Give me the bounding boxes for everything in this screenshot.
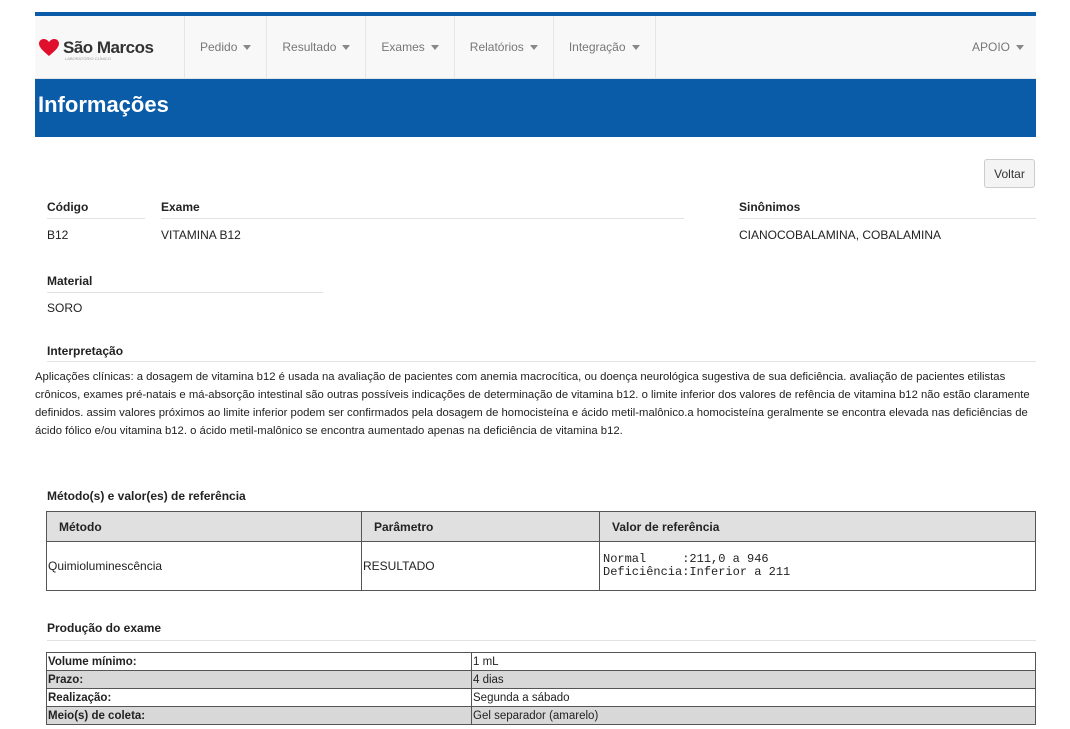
producao-table: Volume mínimo: 1 mL Prazo: 4 dias Realiz…	[46, 652, 1036, 725]
divider	[47, 361, 1036, 362]
column-header-valor: Valor de referência	[599, 511, 1036, 542]
nav-item-exames[interactable]: Exames	[365, 16, 453, 78]
sinonimos-value: CIANOCOBALAMINA, COBALAMINA	[739, 228, 942, 242]
nav-item-label: Exames	[381, 40, 425, 54]
producao-value: Gel separador (amarelo)	[471, 706, 1036, 725]
caret-down-icon	[1016, 44, 1024, 50]
caret-down-icon	[430, 44, 439, 50]
table-row: Meio(s) de coleta: Gel separador (amarel…	[46, 706, 1036, 725]
producao-key: Prazo:	[46, 670, 472, 689]
caret-down-icon	[529, 44, 538, 50]
producao-value: Segunda a sábado	[471, 688, 1036, 707]
exame-value: VITAMINA B12	[161, 228, 241, 242]
back-button[interactable]: Voltar	[984, 159, 1035, 188]
producao-label: Produção do exame	[47, 621, 162, 635]
navbar: São Marcos LABORATÓRIO CLÍNICO Pedido Re…	[35, 16, 1036, 79]
column-header-parametro: Parâmetro	[361, 511, 600, 542]
nav-item-relatorios[interactable]: Relatórios	[453, 16, 553, 78]
brand-tagline: LABORATÓRIO CLÍNICO	[65, 56, 111, 61]
user-menu-label: APOIO	[971, 40, 1010, 54]
divider	[161, 218, 684, 219]
sinonimos-label: Sinônimos	[739, 200, 801, 214]
metodos-table: Método Parâmetro Valor de referência Qui…	[46, 511, 1036, 591]
producao-key: Volume mínimo:	[46, 652, 472, 671]
page-title: Informações	[38, 92, 169, 117]
codigo-value: B12	[47, 228, 69, 242]
nav-item-resultado[interactable]: Resultado	[266, 16, 365, 78]
producao-key: Meio(s) de coleta:	[46, 706, 472, 725]
table-row: Prazo: 4 dias	[46, 670, 1036, 689]
caret-down-icon	[342, 44, 351, 50]
brand-name: São Marcos	[63, 38, 154, 57]
table-row: Volume mínimo: 1 mL	[46, 652, 1036, 671]
valor-referencia-cell: Normal :211,0 a 946 Deficiência:Inferior…	[599, 541, 1036, 591]
exame-label: Exame	[161, 200, 200, 214]
user-menu-apoio[interactable]: APOIO	[966, 16, 1030, 78]
material-label: Material	[47, 274, 93, 288]
table-header-row: Método Parâmetro Valor de referência	[46, 511, 1036, 542]
interpretacao-text: Aplicações clínicas: a dosagem de vitami…	[35, 371, 1030, 437]
divider	[47, 640, 1036, 641]
caret-down-icon	[631, 44, 640, 50]
parametro-cell: RESULTADO	[361, 541, 600, 591]
material-value: SORO	[47, 301, 83, 315]
brand-logo[interactable]: São Marcos LABORATÓRIO CLÍNICO	[39, 34, 154, 62]
heart-icon	[39, 39, 59, 56]
divider	[47, 218, 145, 219]
divider	[47, 292, 323, 293]
interpretacao-label: Interpretação	[47, 344, 124, 358]
caret-down-icon	[243, 44, 252, 50]
divider	[739, 218, 1036, 219]
producao-value: 1 mL	[471, 652, 1036, 671]
codigo-label: Código	[47, 200, 89, 214]
nav-item-integracao[interactable]: Integração	[552, 16, 656, 78]
nav-item-label: Relatórios	[469, 40, 524, 54]
nav-menu: Pedido Resultado Exames Relatórios Integ…	[184, 16, 656, 78]
producao-value: 4 dias	[471, 670, 1036, 689]
nav-item-label: Integração	[568, 40, 626, 54]
metodos-label: Método(s) e valor(es) de referência	[47, 489, 246, 503]
producao-key: Realização:	[46, 688, 472, 707]
column-header-metodo: Método	[46, 511, 362, 542]
metodo-cell: Quimioluminescência	[46, 541, 362, 591]
nav-item-label: Pedido	[200, 40, 238, 54]
nav-item-label: Resultado	[282, 40, 337, 54]
page-banner: Informações	[35, 79, 1036, 137]
table-row: Quimioluminescência RESULTADO Normal :21…	[46, 541, 1036, 591]
nav-item-pedido[interactable]: Pedido	[184, 16, 266, 78]
table-row: Realização: Segunda a sábado	[46, 688, 1036, 707]
